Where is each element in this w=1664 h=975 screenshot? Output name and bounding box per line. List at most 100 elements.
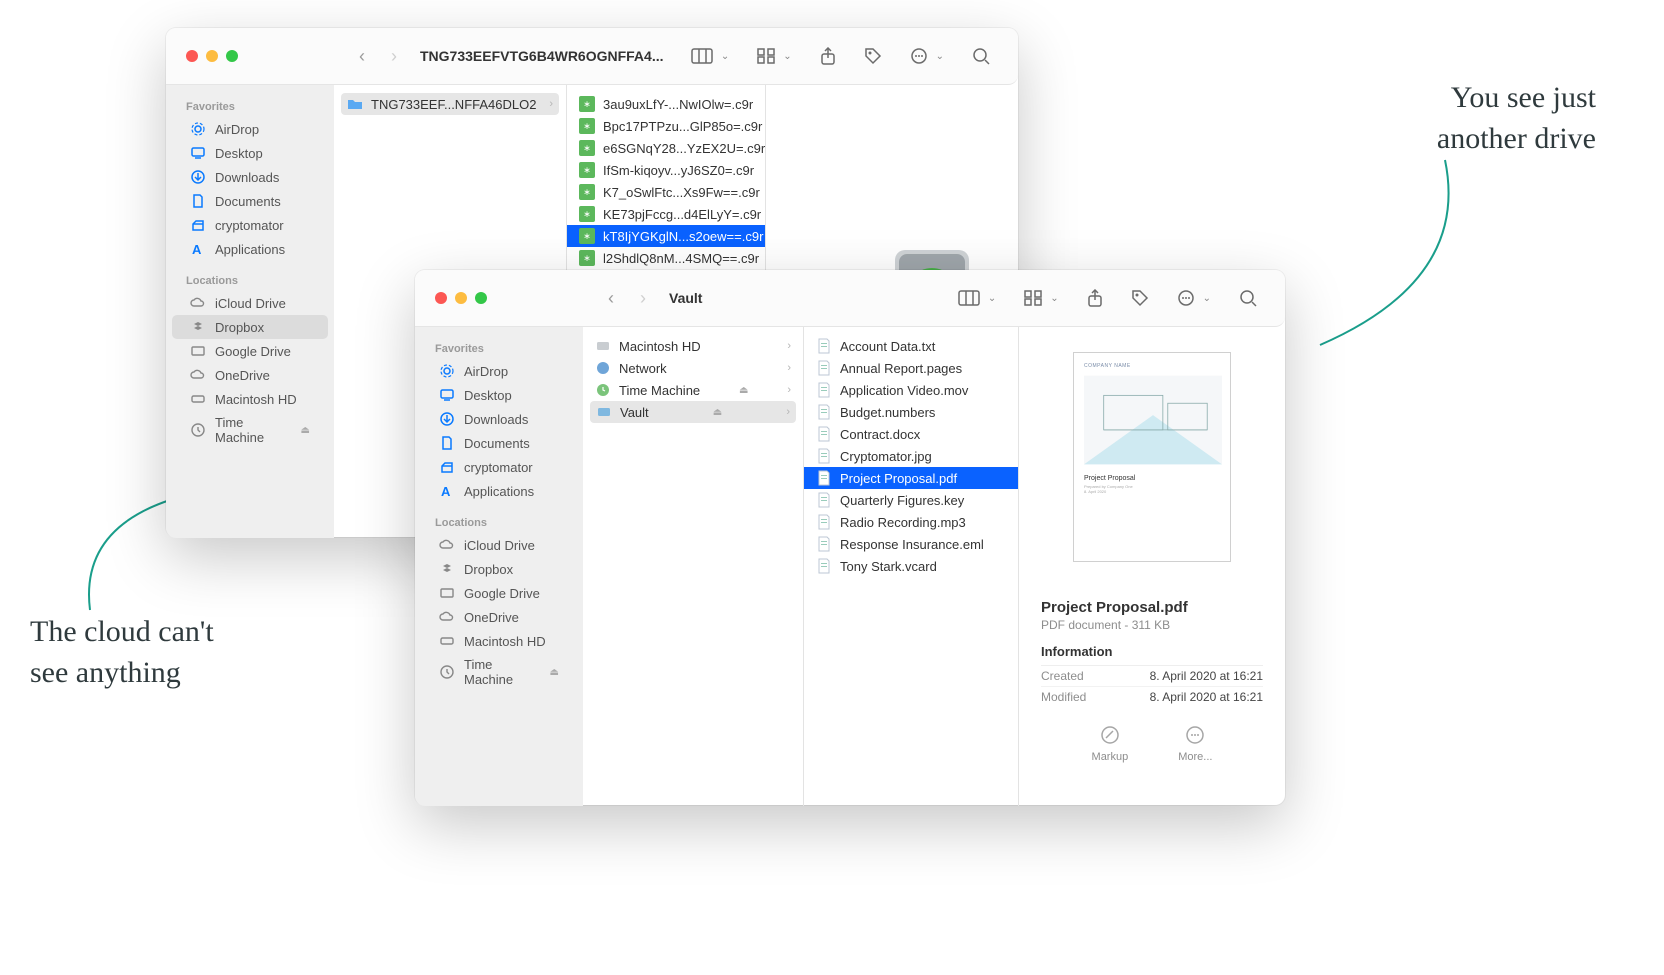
file-row[interactable]: Project Proposal.pdf	[804, 467, 1018, 489]
eject-icon[interactable]: ⏏	[713, 407, 722, 418]
group-icon[interactable]	[757, 48, 775, 64]
share-icon[interactable]	[820, 47, 836, 65]
sidebar-item-cryptomator[interactable]: cryptomator	[172, 213, 328, 237]
folder-icon	[347, 96, 363, 112]
sidebar-icon	[439, 363, 455, 379]
columns-view-icon[interactable]	[691, 48, 713, 64]
back-button[interactable]: ‹	[595, 288, 627, 309]
file-row[interactable]: ∗KE73pjFccg...d4ElLyY=.c9r	[567, 203, 765, 225]
file-row[interactable]: Budget.numbers	[804, 401, 1018, 423]
sidebar-label: Time Machine	[464, 657, 541, 687]
preview-filename: Project Proposal.pdf	[1041, 599, 1263, 616]
sidebar-item-desktop[interactable]: Desktop	[421, 383, 577, 407]
file-icon	[816, 536, 832, 552]
sidebar-item-applications[interactable]: AApplications	[421, 479, 577, 503]
sidebar-item-icloud-drive[interactable]: iCloud Drive	[172, 291, 328, 315]
columns-view-icon[interactable]	[958, 290, 980, 306]
sidebar: Favorites AirDropDesktopDownloadsDocumen…	[415, 327, 583, 806]
sidebar-item-google-drive[interactable]: Google Drive	[421, 581, 577, 605]
encrypted-file-icon: ∗	[579, 206, 595, 222]
file-row[interactable]: Tony Stark.vcard	[804, 555, 1018, 577]
sidebar-item-airdrop[interactable]: AirDrop	[172, 117, 328, 141]
drive-icon	[595, 360, 611, 376]
back-button[interactable]: ‹	[346, 46, 378, 67]
created-label: Created	[1041, 669, 1084, 683]
action-icon[interactable]	[1177, 289, 1195, 307]
sidebar-item-documents[interactable]: Documents	[172, 189, 328, 213]
search-icon[interactable]	[972, 47, 990, 65]
file-name: Bpc17PTPzu...GlP85o=.c9r	[603, 119, 762, 134]
drive-row[interactable]: Vault⏏›	[590, 401, 796, 423]
share-icon[interactable]	[1087, 289, 1103, 307]
file-row[interactable]: Quarterly Figures.key	[804, 489, 1018, 511]
action-icon[interactable]	[910, 47, 928, 65]
zoom-button[interactable]	[475, 292, 487, 304]
sidebar-item-dropbox[interactable]: Dropbox	[172, 315, 328, 339]
file-row[interactable]: Response Insurance.eml	[804, 533, 1018, 555]
sidebar-label: AirDrop	[464, 364, 508, 379]
file-row[interactable]: Application Video.mov	[804, 379, 1018, 401]
file-name: Budget.numbers	[840, 405, 935, 420]
file-icon	[816, 426, 832, 442]
file-name: Account Data.txt	[840, 339, 935, 354]
sidebar-item-airdrop[interactable]: AirDrop	[421, 359, 577, 383]
sidebar-item-time-machine[interactable]: Time Machine ⏏	[421, 653, 577, 691]
file-row[interactable]: Annual Report.pages	[804, 357, 1018, 379]
file-row[interactable]: ∗Bpc17PTPzu...GlP85o=.c9r	[567, 115, 765, 137]
file-row[interactable]: Contract.docx	[804, 423, 1018, 445]
tag-icon[interactable]	[1131, 289, 1149, 307]
sidebar-label: Downloads	[464, 412, 528, 427]
drive-row[interactable]: Network›	[583, 357, 803, 379]
eject-icon[interactable]: ⏏	[550, 667, 559, 678]
close-button[interactable]	[186, 50, 198, 62]
folder-name: TNG733EEF...NFFA46DLO2	[371, 97, 536, 112]
file-icon	[816, 470, 832, 486]
sidebar-item-downloads[interactable]: Downloads	[172, 165, 328, 189]
sidebar-item-cryptomator[interactable]: cryptomator	[421, 455, 577, 479]
sidebar-item-google-drive[interactable]: Google Drive	[172, 339, 328, 363]
tag-icon[interactable]	[864, 47, 882, 65]
sidebar-icon	[439, 633, 455, 649]
sidebar-item-downloads[interactable]: Downloads	[421, 407, 577, 431]
sidebar-item-macintosh-hd[interactable]: Macintosh HD	[172, 387, 328, 411]
file-name: Contract.docx	[840, 427, 920, 442]
sidebar-item-macintosh-hd[interactable]: Macintosh HD	[421, 629, 577, 653]
file-row[interactable]: ∗IfSm-kiqoyv...yJ6SZ0=.c9r	[567, 159, 765, 181]
sidebar-item-desktop[interactable]: Desktop	[172, 141, 328, 165]
sidebar-item-icloud-drive[interactable]: iCloud Drive	[421, 533, 577, 557]
close-button[interactable]	[435, 292, 447, 304]
favorites-header: Favorites	[166, 97, 334, 117]
preview-pane: COMPANY NAME Project Proposal Prepared b…	[1019, 327, 1285, 806]
sidebar-item-onedrive[interactable]: OneDrive	[421, 605, 577, 629]
drive-row[interactable]: Macintosh HD›	[583, 335, 803, 357]
file-row[interactable]: Cryptomator.jpg	[804, 445, 1018, 467]
file-row[interactable]: Radio Recording.mp3	[804, 511, 1018, 533]
sidebar-label: cryptomator	[464, 460, 533, 475]
more-button[interactable]: More...	[1178, 725, 1212, 763]
forward-button[interactable]: ›	[378, 46, 410, 67]
sidebar-item-documents[interactable]: Documents	[421, 431, 577, 455]
markup-button[interactable]: Markup	[1092, 725, 1129, 763]
breadcrumb-folder[interactable]: TNG733EEF...NFFA46DLO2 ›	[341, 93, 559, 115]
sidebar-item-onedrive[interactable]: OneDrive	[172, 363, 328, 387]
search-icon[interactable]	[1239, 289, 1257, 307]
drive-row[interactable]: Time Machine⏏›	[583, 379, 803, 401]
sidebar-item-time-machine[interactable]: Time Machine⏏	[172, 411, 328, 449]
file-row[interactable]: ∗l2ShdlQ8nM...4SMQ==.c9r	[567, 247, 765, 269]
file-row[interactable]: ∗3au9uxLfY-...NwIOlw=.c9r	[567, 93, 765, 115]
file-row[interactable]: ∗K7_oSwlFtc...Xs9Fw==.c9r	[567, 181, 765, 203]
file-row[interactable]: ∗e6SGNqY28...YzEX2U=.c9r	[567, 137, 765, 159]
forward-button[interactable]: ›	[627, 288, 659, 309]
file-row[interactable]: ∗kT8IjYGKglN...s2oew==.c9r	[567, 225, 765, 247]
eject-icon[interactable]: ⏏	[739, 385, 748, 396]
sidebar-item-applications[interactable]: AApplications	[172, 237, 328, 261]
minimize-button[interactable]	[206, 50, 218, 62]
traffic-lights	[166, 50, 256, 62]
group-icon[interactable]	[1024, 290, 1042, 306]
sidebar-item-dropbox[interactable]: Dropbox	[421, 557, 577, 581]
locations-header: Locations	[166, 271, 334, 291]
minimize-button[interactable]	[455, 292, 467, 304]
eject-icon[interactable]: ⏏	[301, 425, 310, 436]
zoom-button[interactable]	[226, 50, 238, 62]
file-row[interactable]: Account Data.txt	[804, 335, 1018, 357]
